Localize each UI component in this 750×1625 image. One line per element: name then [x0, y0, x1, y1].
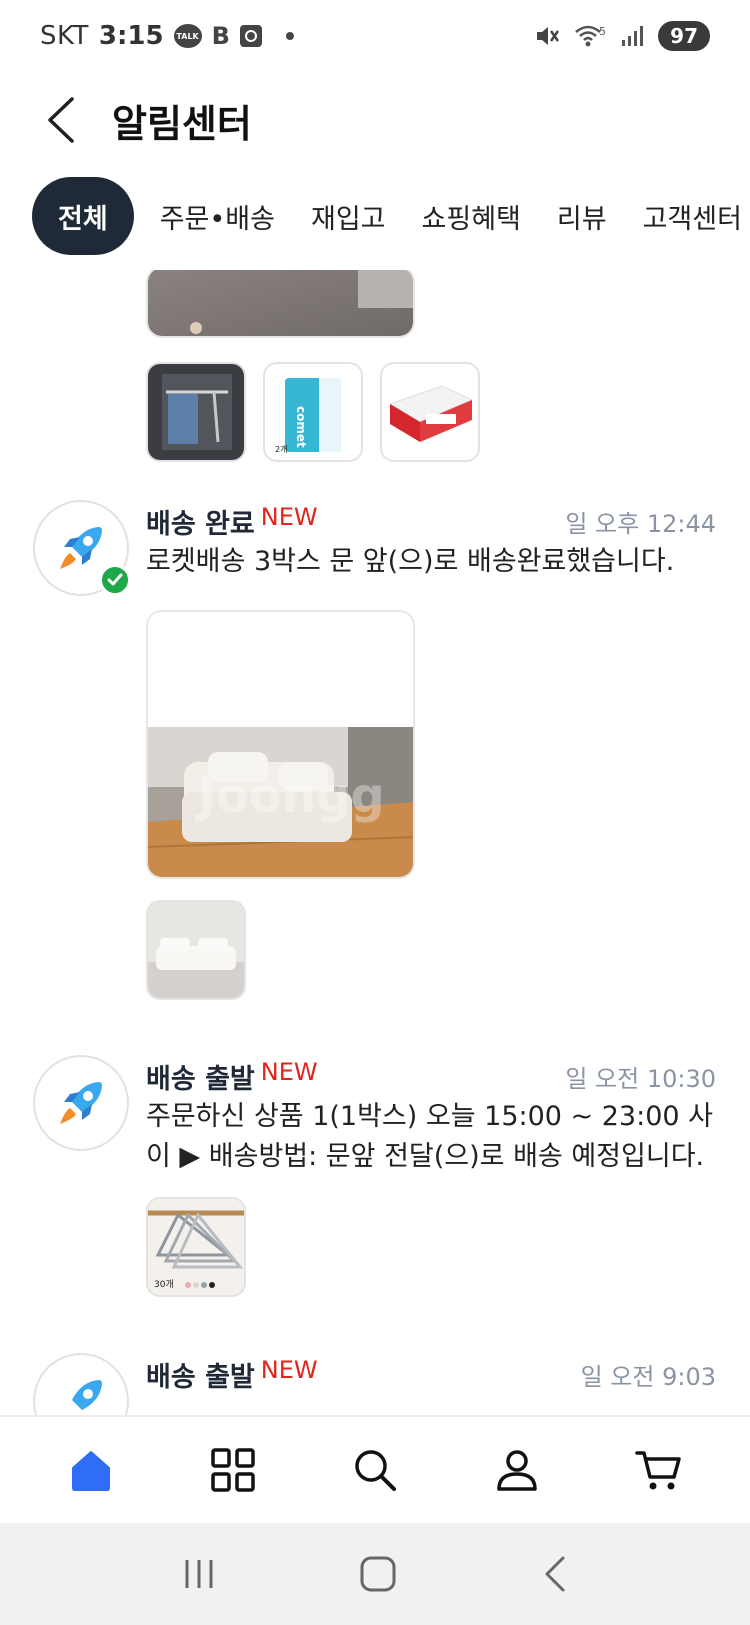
- rocket-icon: [60, 1082, 102, 1124]
- notification-item[interactable]: 배송 출발 NEW 일 오전 9:03: [0, 1353, 750, 1415]
- delivered-check-badge-icon: [99, 564, 131, 596]
- nav-my-page[interactable]: [477, 1430, 557, 1510]
- clock-time: 3:15: [98, 21, 164, 51]
- my-page-icon: [497, 1450, 537, 1491]
- notification-time: 일 오후 12:44: [565, 510, 716, 538]
- new-badge: NEW: [260, 503, 318, 531]
- network-type-label: 5: [599, 25, 606, 38]
- home-button-icon[interactable]: [358, 1554, 398, 1594]
- product-thumbnail-towel-rack[interactable]: [146, 362, 246, 462]
- system-navigation-bar: [0, 1523, 750, 1625]
- more-notifications-dot-icon: [285, 32, 294, 40]
- notification-title: 배송 출발 NEW: [146, 1355, 318, 1394]
- system-back-icon[interactable]: [539, 1554, 569, 1594]
- home-icon: [72, 1451, 110, 1491]
- recent-apps-icon[interactable]: [181, 1556, 217, 1592]
- alarm-app-icon: [239, 25, 262, 47]
- rocket-delivery-avatar: [33, 500, 131, 596]
- notification-time: 일 오전 10:30: [565, 1065, 716, 1093]
- cart-icon: [635, 1451, 681, 1490]
- app-header: 알림센터: [0, 72, 750, 168]
- new-badge: NEW: [260, 1356, 318, 1384]
- rocket-delivery-avatar: [33, 1055, 129, 1151]
- mute-icon: [537, 27, 560, 45]
- rocket-icon: [72, 1380, 102, 1410]
- tab-order-delivery[interactable]: 주문•배송: [142, 177, 293, 255]
- notification-message: 로켓배송 3박스 문 앞(으)로 배송완료했습니다.: [146, 546, 675, 577]
- rocket-icon: [60, 527, 102, 569]
- category-tabs: 전체 주문•배송 재입고 쇼핑혜택 리뷰 고객센터: [32, 175, 750, 257]
- notification-item[interactable]: 배송 출발 NEW 일 오전 10:30 주문하신 상품 1(1박스) 오늘 15…: [0, 1055, 750, 1315]
- battery-level: 97: [658, 21, 710, 51]
- nav-cart[interactable]: [619, 1430, 699, 1510]
- nav-categories[interactable]: [193, 1430, 273, 1510]
- comet-brand-text: comet: [294, 406, 308, 448]
- nav-search[interactable]: [335, 1430, 415, 1510]
- product-thumbnail-comet-tissue[interactable]: comet 2개: [263, 362, 363, 462]
- wifi-icon: 5: [575, 25, 606, 47]
- product-thumbnail-sofa[interactable]: [146, 900, 246, 1000]
- new-badge: NEW: [260, 1058, 318, 1086]
- b-app-icon: B: [211, 22, 230, 50]
- notification-list[interactable]: comet 2개 배송 완료 NEW 일 오후 12:44 로켓배송 3박스 문…: [0, 270, 750, 1415]
- search-icon: [355, 1450, 396, 1491]
- nav-home[interactable]: [51, 1430, 131, 1510]
- status-bar: SKT 3:15 TALK B 5 97: [0, 0, 750, 72]
- tab-all[interactable]: 전체: [32, 177, 134, 255]
- rocket-delivery-avatar: [33, 1353, 129, 1415]
- page-title: 알림센터: [112, 101, 252, 146]
- carrier-label: SKT: [40, 21, 89, 51]
- notification-title: 배송 완료 NEW: [146, 502, 318, 541]
- notification-title-text: 배송 출발: [146, 1064, 255, 1095]
- product-thumbnail-red-box[interactable]: [380, 362, 480, 462]
- tab-shopping-benefits[interactable]: 쇼핑혜택: [404, 177, 539, 255]
- notification-message: 주문하신 상품 1(1박스) 오늘 15:00 ~ 23:00 사이 ▶ 배송방…: [146, 1101, 713, 1172]
- tab-restock[interactable]: 재입고: [293, 177, 404, 255]
- back-button[interactable]: [26, 85, 96, 155]
- categories-icon: [211, 1448, 255, 1492]
- tab-customer-center[interactable]: 고객센터: [625, 177, 750, 255]
- signal-icon: [622, 26, 644, 46]
- delivery-photo[interactable]: [146, 270, 415, 338]
- delivery-photo[interactable]: Joongg: [146, 610, 415, 879]
- notification-title-text: 배송 출발: [146, 1362, 255, 1393]
- notification-item[interactable]: 배송 완료 NEW 일 오후 12:44 로켓배송 3박스 문 앞(으)로 배송완…: [0, 500, 750, 1000]
- bottom-navigation: [0, 1415, 750, 1523]
- comet-count-text: 2개: [275, 444, 287, 454]
- kakaotalk-icon: TALK: [173, 24, 202, 48]
- notification-title-text: 배송 완료: [146, 509, 255, 540]
- hanger-count-text: 30개: [154, 1279, 174, 1290]
- notification-time: 일 오전 9:03: [580, 1363, 716, 1391]
- photo-watermark-text: Joongg: [195, 768, 385, 824]
- chevron-left-icon: [48, 97, 74, 143]
- notification-title: 배송 출발 NEW: [146, 1057, 318, 1096]
- product-thumbnail-hangers[interactable]: 30개: [146, 1197, 246, 1297]
- tab-reviews[interactable]: 리뷰: [539, 177, 625, 255]
